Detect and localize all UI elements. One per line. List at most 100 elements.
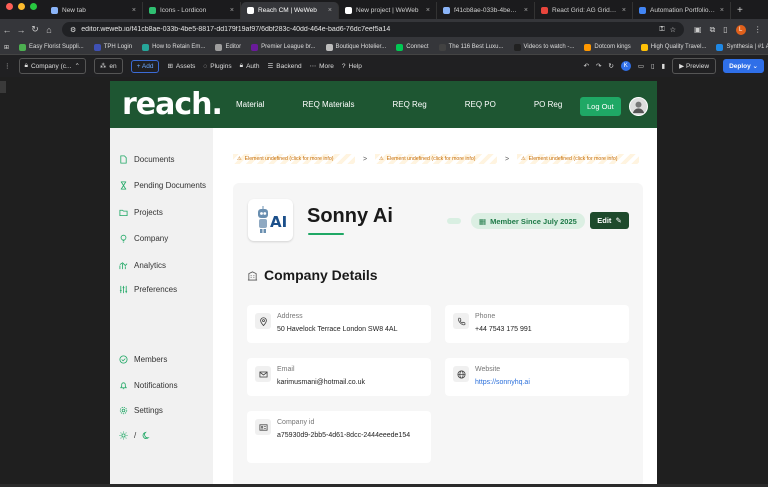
status-toggle[interactable] [447,218,461,224]
moon-icon[interactable] [142,431,151,440]
reload-icon[interactable]: ↻ [28,24,42,35]
plugins-button[interactable]: ◌ Plugins [203,63,231,70]
editor-user-avatar[interactable]: K [620,61,631,71]
website-link[interactable]: https://sonnyhq.ai [475,378,615,388]
sun-icon[interactable] [119,431,128,440]
back-icon[interactable]: ← [0,25,14,35]
bookmark-favicon-icon [142,43,150,51]
sidebar-item-settings[interactable]: Settings [119,406,163,415]
sidebar-item-documents[interactable]: Documents [119,155,174,164]
browser-tab[interactable]: New project | WeWeb × [339,2,437,19]
reach-logo[interactable]: reach. [122,87,223,122]
home-icon[interactable]: ⌂ [42,25,56,35]
nav-req-materials[interactable]: REQ Materials [302,100,354,109]
bookmark-item[interactable]: Boutique Hotelier... [325,43,386,51]
undo-icon[interactable]: ↶ [583,62,588,70]
mobile-view-icon[interactable]: ▮ [662,62,666,70]
tab-close-icon[interactable]: × [622,7,626,14]
bookmark-item[interactable]: Premier League br... [251,43,316,51]
browser-tab[interactable]: React Grid: AG Grid: Re × [535,2,633,19]
key-icon[interactable]: ⚿ [659,26,664,34]
tab-close-icon[interactable]: × [524,7,528,14]
logout-button[interactable]: Log Out [580,97,621,116]
company-card: AI Sonny Ai ▦ Member Since July 2025 Edi… [233,183,643,487]
edit-label: Edit [597,216,612,225]
sidebar-item-members[interactable]: Members [119,355,167,364]
sidebar-item-preferences[interactable]: Preferences [119,285,177,294]
bookmark-item[interactable]: Connect [396,43,429,51]
backend-button[interactable]: ☰ Backend [267,62,301,71]
close-window-button[interactable] [6,3,13,10]
deploy-button[interactable]: Deploy ⌄ [723,59,764,73]
tab-close-icon[interactable]: × [230,7,234,14]
help-button[interactable]: ? Help [342,63,362,70]
desktop-view-icon[interactable]: ▭ [638,62,644,70]
puzzle-icon[interactable]: ⧉ [710,25,716,35]
assets-button[interactable]: ⊞ Assets [167,62,195,71]
browser-tab[interactable]: Reach CM | WeWeb × [241,2,339,19]
breadcrumb-item[interactable]: ⚠ Element undefined (click for more info… [375,154,497,164]
tab-close-icon[interactable]: × [426,7,430,14]
browser-tab[interactable]: f41cb8ae-033b-4be5-8f × [437,2,535,19]
sidebar: Documents Pending Documents Projects Com… [110,128,213,487]
refresh-icon[interactable]: ↻ [608,62,613,70]
tab-close-icon[interactable]: × [328,7,332,14]
pencil-icon: ✎ [615,216,622,225]
page-selector[interactable]: 🔒︎ Company (c... ⌃ [18,58,86,74]
bookmark-item[interactable]: Synthesia | #1 AI V... [716,43,768,51]
edit-company-button[interactable]: Edit ✎ [590,212,629,229]
forward-icon[interactable]: → [14,25,28,35]
panel-toggle-handle[interactable] [0,81,6,93]
sidebar-item-analytics[interactable]: Analytics [119,261,166,270]
auth-button[interactable]: 🔒︎ Auth [240,62,260,70]
nav-po-reg[interactable]: PO Reg [534,100,562,109]
bookmark-item[interactable]: How to Retain Em... [142,43,205,51]
bookmark-item[interactable]: Videos to watch -... [513,43,574,51]
nav-req-reg[interactable]: REQ Reg [392,100,426,109]
bookmark-star-icon[interactable]: ☆ [670,26,676,34]
sidebar-item-notifications[interactable]: Notifications [119,381,178,390]
site-info-icon[interactable]: ⚙ [70,26,76,34]
tab-close-icon[interactable]: × [720,7,724,14]
browser-tab[interactable]: Icons - Lordicon × [143,2,241,19]
theme-separator: / [134,431,137,440]
extension-icon[interactable]: ▣ [694,25,702,34]
breadcrumb-item[interactable]: ⚠ Element undefined (click for more info… [233,154,355,164]
sidebar-item-company[interactable]: Company [119,234,168,243]
bookmark-item[interactable]: TPH Login [93,43,132,51]
browser-tab[interactable]: Automation Portfolio | S × [633,2,731,19]
add-element-button[interactable]: + Add [130,59,160,73]
sidebar-item-pending-documents[interactable]: Pending Documents [119,181,206,190]
browser-profile-avatar[interactable]: L [735,24,746,35]
sidebar-item-projects[interactable]: Projects [119,208,163,217]
tablet-view-icon[interactable]: ▯ [651,62,655,70]
bookmark-item[interactable]: Easy Florist Suppli... [19,43,84,51]
bookmark-item[interactable]: Editor [215,43,241,51]
more-button[interactable]: ⋯ More [310,62,334,71]
preview-button[interactable]: ▶ Preview [672,58,717,74]
menu-dots-icon[interactable]: ⋮ [754,25,762,34]
chevron-updown-icon: ⌃ [74,63,80,70]
apps-grid-icon[interactable]: ⊞ [4,44,9,51]
bookmark-favicon-icon [584,43,592,51]
user-avatar[interactable] [629,97,648,116]
company-id-field: Company id a75930d9-2bb5-4d61-8dcc-2444e… [247,411,431,463]
bookmark-item[interactable]: The 116 Best Luxu... [438,43,504,51]
tab-close-icon[interactable]: × [132,7,136,14]
language-selector[interactable]: ⁂ en [93,58,123,74]
maximize-window-button[interactable] [30,3,37,10]
nav-req-po[interactable]: REQ PO [465,100,496,109]
tab-favicon-icon [51,7,58,14]
browser-tab[interactable]: New tab × [45,2,143,19]
split-icon[interactable]: ▯ [723,25,727,34]
editor-menu-icon[interactable]: ⋮ [4,62,11,70]
minimize-window-button[interactable] [18,3,25,10]
breadcrumb-item[interactable]: ⚠ Element undefined (click for more info… [517,154,639,164]
bookmark-item[interactable]: Dotcom kings [584,43,631,51]
nav-material[interactable]: Material [236,100,264,109]
bookmark-label: Premier League br... [261,44,316,50]
redo-icon[interactable]: ↷ [596,62,601,70]
url-bar[interactable]: ⚙ editor.weweb.io/f41cb8ae-033b-4be5-881… [62,22,684,37]
bookmark-item[interactable]: High Quality Travel... [640,43,706,51]
new-tab-button[interactable]: + [731,5,749,19]
